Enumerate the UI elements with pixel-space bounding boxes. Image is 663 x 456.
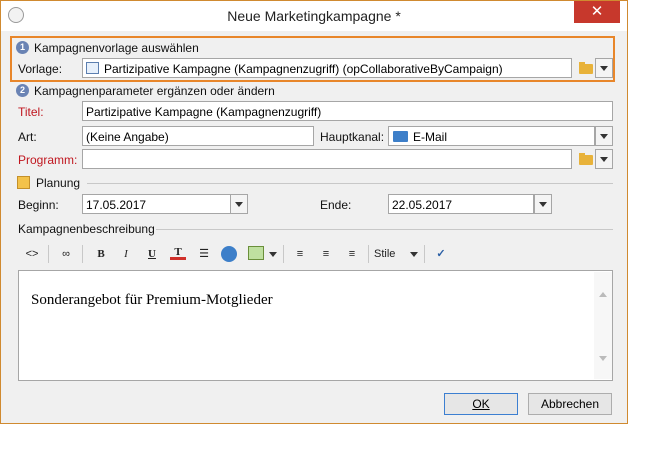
section-heading-parameters: Kampagnenparameter ergänzen oder ändern <box>34 84 275 98</box>
scroll-down-icon[interactable] <box>599 356 607 361</box>
spellcheck-icon[interactable]: ✓ <box>432 245 450 263</box>
close-icon: ✕ <box>590 3 604 20</box>
titel-value: Partizipative Kampagne (Kampagnenzugriff… <box>86 105 322 119</box>
titel-label: Titel: <box>18 105 44 119</box>
style-select-label[interactable]: Stile <box>374 245 404 263</box>
calendar-icon <box>17 176 30 189</box>
toolbar-separator <box>368 245 369 263</box>
art-value: (Keine Angabe) <box>86 130 169 144</box>
find-icon[interactable]: ∞ <box>56 245 76 263</box>
hauptkanal-value: E-Mail <box>413 130 448 144</box>
vorlage-dropdown-button[interactable] <box>595 58 613 78</box>
ok-button[interactable]: OK <box>444 393 518 415</box>
align-center-icon[interactable]: ≡ <box>318 245 334 263</box>
planung-divider <box>87 183 613 184</box>
align-left-icon[interactable]: ≡ <box>292 245 308 263</box>
toolbar-separator <box>82 245 83 263</box>
description-text: Sonderangebot für Premium-Motglieder <box>31 292 273 308</box>
step-badge-2: 2 <box>16 84 29 97</box>
image-dropdown-icon[interactable] <box>269 252 277 257</box>
title-bar: Neue Marketingkampagne * ✕ <box>1 1 627 31</box>
editor-toolbar: <> ∞ B I U T ☰ ≡ ≡ ≡ Stile ✓ <box>18 243 613 267</box>
close-button[interactable]: ✕ <box>574 1 620 23</box>
ende-input[interactable]: 22.05.2017 <box>388 194 534 214</box>
vorlage-value: Partizipative Kampagne (Kampagnenzugriff… <box>104 62 503 76</box>
cancel-button[interactable]: Abbrechen <box>528 393 612 415</box>
beginn-label: Beginn: <box>18 198 59 212</box>
vorlage-field[interactable]: Partizipative Kampagne (Kampagnenzugriff… <box>82 58 572 78</box>
ende-label: Ende: <box>320 198 352 212</box>
window-title: Neue Marketingkampagne * <box>227 8 401 24</box>
hauptkanal-label: Hauptkanal: <box>320 130 385 144</box>
underline-button[interactable]: U <box>144 245 160 263</box>
planung-heading: Planung <box>36 176 81 190</box>
ende-dropdown-button[interactable] <box>534 194 552 214</box>
programm-folder-icon[interactable] <box>579 153 593 165</box>
toolbar-separator <box>283 245 284 263</box>
image-icon[interactable] <box>248 246 264 260</box>
beschreibung-heading: Kampagnenbeschreibung <box>18 222 155 236</box>
source-toggle-icon[interactable]: <> <box>22 245 42 263</box>
align-right-icon[interactable]: ≡ <box>344 245 360 263</box>
folder-icon[interactable] <box>579 62 593 74</box>
scroll-up-icon[interactable] <box>599 292 607 297</box>
beschreibung-divider <box>156 229 613 230</box>
art-select[interactable]: (Keine Angabe) <box>82 126 314 146</box>
toolbar-separator <box>424 245 425 263</box>
section-heading-template: Kampagnenvorlage auswählen <box>34 41 199 55</box>
template-icon <box>86 62 99 74</box>
beginn-input[interactable]: 17.05.2017 <box>82 194 231 214</box>
toolbar-separator <box>48 245 49 263</box>
email-icon <box>393 131 408 142</box>
vorlage-label: Vorlage: <box>18 62 63 76</box>
link-icon[interactable] <box>221 246 237 262</box>
hauptkanal-dropdown-button[interactable] <box>595 126 613 146</box>
bold-button[interactable]: B <box>93 245 109 263</box>
list-icon[interactable]: ☰ <box>196 245 212 263</box>
hauptkanal-select[interactable]: E-Mail <box>388 126 595 146</box>
dialog-window: Neue Marketingkampagne * ✕ 1 Kampagnenvo… <box>0 0 628 424</box>
editor-scrollbar[interactable] <box>594 272 612 379</box>
style-dropdown-icon[interactable] <box>410 252 418 257</box>
titel-input[interactable]: Partizipative Kampagne (Kampagnenzugriff… <box>82 101 613 121</box>
beginn-value: 17.05.2017 <box>86 198 147 212</box>
programm-dropdown-button[interactable] <box>595 149 613 169</box>
ende-value: 22.05.2017 <box>392 198 453 212</box>
programm-field[interactable] <box>82 149 572 169</box>
step-badge-1: 1 <box>16 41 29 54</box>
description-editor[interactable]: Sonderangebot für Premium-Motglieder <box>18 270 613 381</box>
art-label: Art: <box>18 130 37 144</box>
programm-label: Programm: <box>18 153 78 167</box>
font-color-icon[interactable]: T <box>170 245 186 260</box>
italic-button[interactable]: I <box>118 245 134 263</box>
beginn-dropdown-button[interactable] <box>230 194 248 214</box>
